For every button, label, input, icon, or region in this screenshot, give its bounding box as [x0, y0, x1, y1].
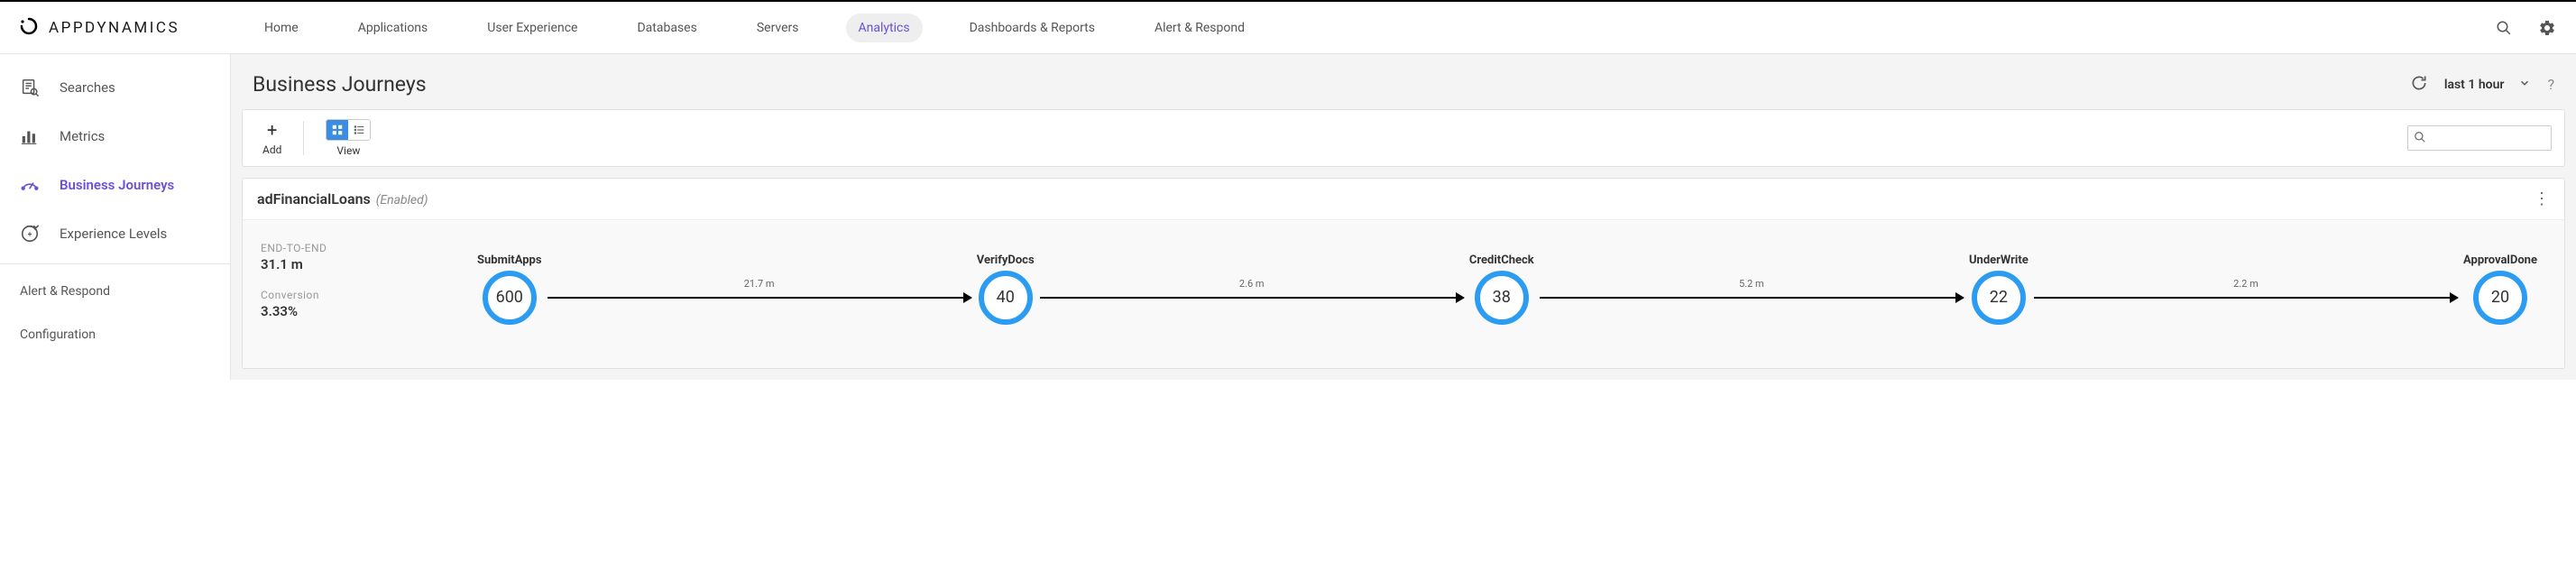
end-to-end-label: END-TO-END [261, 242, 468, 254]
journey-flow-chart: SubmitApps 600 21.7 m VerifyDocs 40 [468, 235, 2546, 343]
conversion-value: 3.33% [261, 303, 468, 319]
toolbar-divider [303, 121, 304, 155]
topbar-actions [2493, 17, 2558, 39]
journey-status: (Enabled) [376, 193, 428, 208]
flow-node-value: 22 [1972, 271, 2026, 325]
time-range-selector[interactable]: last 1 hour [2444, 77, 2532, 93]
flow-edge-label: 21.7 m [744, 278, 775, 290]
page-title: Business Journeys [253, 72, 427, 97]
flow-node-value: 600 [483, 271, 537, 325]
flow-node-label: UnderWrite [1969, 254, 2029, 267]
flow-edge-label: 5.2 m [1739, 278, 1764, 290]
sidebar-item-business-journeys[interactable]: Business Journeys [0, 161, 230, 209]
global-search-icon[interactable] [2493, 17, 2515, 39]
journey-header: adFinancialLoans (Enabled) ⋮ [243, 179, 2564, 220]
sidebar-item-metrics[interactable]: Metrics [0, 112, 230, 161]
flow-node-value: 38 [1475, 271, 1529, 325]
view-button-group: View [318, 119, 378, 157]
page-header: Business Journeys last 1 hour [231, 54, 2576, 109]
nav-databases[interactable]: Databases [624, 14, 709, 42]
svg-text:+: + [28, 231, 32, 240]
list-view-button[interactable] [348, 120, 370, 140]
view-label: View [336, 144, 360, 157]
flow-node-approvaldone[interactable]: ApprovalDone 20 [2463, 254, 2537, 325]
search-input[interactable] [2430, 132, 2545, 145]
flow-node-label: ApprovalDone [2463, 254, 2537, 267]
view-toggle [326, 119, 371, 141]
time-range-label: last 1 hour [2444, 78, 2505, 92]
flow-node-verifydocs[interactable]: VerifyDocs 40 [977, 254, 1035, 325]
flow-node-value: 40 [979, 271, 1033, 325]
sidebar-item-alert-respond[interactable]: Alert & Respond [0, 270, 230, 313]
appdynamics-logo-icon [18, 15, 40, 41]
plus-icon: + [267, 120, 277, 140]
sidebar-item-label: Business Journeys [60, 177, 174, 193]
nav-analytics[interactable]: Analytics [846, 14, 923, 42]
journey-name: adFinancialLoans [257, 190, 371, 208]
topbar: APPDYNAMICS Home Applications User Exper… [0, 2, 2576, 54]
flow-edge: 2.6 m [1040, 271, 1464, 325]
sidebar-item-searches[interactable]: Searches [0, 63, 230, 112]
flow-node-label: VerifyDocs [977, 254, 1035, 267]
main-content: Business Journeys last 1 hour [231, 54, 2576, 380]
nav-dashboards-reports[interactable]: Dashboards & Reports [957, 14, 1108, 42]
flow-node-submitapps[interactable]: SubmitApps 600 [477, 254, 542, 325]
settings-gear-icon[interactable] [2536, 17, 2558, 39]
business-journeys-icon [20, 175, 40, 195]
flow-node-label: CreditCheck [1469, 254, 1534, 267]
nav-user-experience[interactable]: User Experience [474, 14, 590, 42]
nav-servers[interactable]: Servers [744, 14, 812, 42]
add-button[interactable]: + Add [255, 120, 289, 156]
flow-edge-label: 2.2 m [2233, 278, 2259, 290]
search-icon [2414, 130, 2426, 147]
nav-home[interactable]: Home [252, 14, 311, 42]
flow-edge-label: 2.6 m [1239, 278, 1265, 290]
metrics-icon [20, 126, 40, 146]
conversion-label: Conversion [261, 289, 468, 301]
nav-applications[interactable]: Applications [345, 14, 441, 42]
searches-icon [20, 78, 40, 97]
sidebar-item-label: Configuration [20, 327, 96, 342]
flow-edge: 5.2 m [1540, 271, 1964, 325]
flow-edge: 2.2 m [2034, 271, 2458, 325]
journey-menu-button[interactable]: ⋮ [2534, 189, 2550, 208]
sidebar-item-configuration[interactable]: Configuration [0, 313, 230, 356]
flow-node-underwrite[interactable]: UnderWrite 22 [1969, 254, 2029, 325]
flow-node-label: SubmitApps [477, 254, 542, 267]
sidebar-item-label: Searches [60, 79, 115, 96]
brand-name: APPDYNAMICS [49, 19, 179, 37]
sidebar-item-label: Alert & Respond [20, 284, 110, 299]
flow-node-creditcheck[interactable]: CreditCheck 38 [1469, 254, 1534, 325]
flow-edge: 21.7 m [547, 271, 971, 325]
journey-card: adFinancialLoans (Enabled) ⋮ END-TO-END … [242, 178, 2565, 369]
help-icon[interactable]: ? [2547, 76, 2554, 93]
sidebar-separator [0, 263, 230, 264]
flow-node-value: 20 [2473, 271, 2527, 325]
experience-levels-icon: + [20, 224, 40, 244]
journey-body: END-TO-END 31.1 m Conversion 3.33% Submi… [243, 220, 2564, 368]
sidebar-item-label: Experience Levels [60, 226, 167, 242]
end-to-end-value: 31.1 m [261, 256, 468, 272]
brand-logo[interactable]: APPDYNAMICS [18, 15, 179, 41]
refresh-icon[interactable] [2410, 74, 2428, 96]
sidebar-item-experience-levels[interactable]: + Experience Levels [0, 209, 230, 258]
chevron-down-icon [2518, 77, 2531, 93]
journey-stats: END-TO-END 31.1 m Conversion 3.33% [261, 235, 468, 343]
sidebar: Searches Metrics [0, 54, 231, 380]
grid-view-button[interactable] [327, 120, 348, 140]
sidebar-item-label: Metrics [60, 128, 105, 144]
top-navigation: Home Applications User Experience Databa… [252, 14, 2493, 42]
search-box[interactable] [2407, 125, 2552, 151]
add-label: Add [262, 143, 281, 156]
nav-alert-respond[interactable]: Alert & Respond [1142, 14, 1257, 42]
toolbar: + Add [242, 109, 2565, 167]
